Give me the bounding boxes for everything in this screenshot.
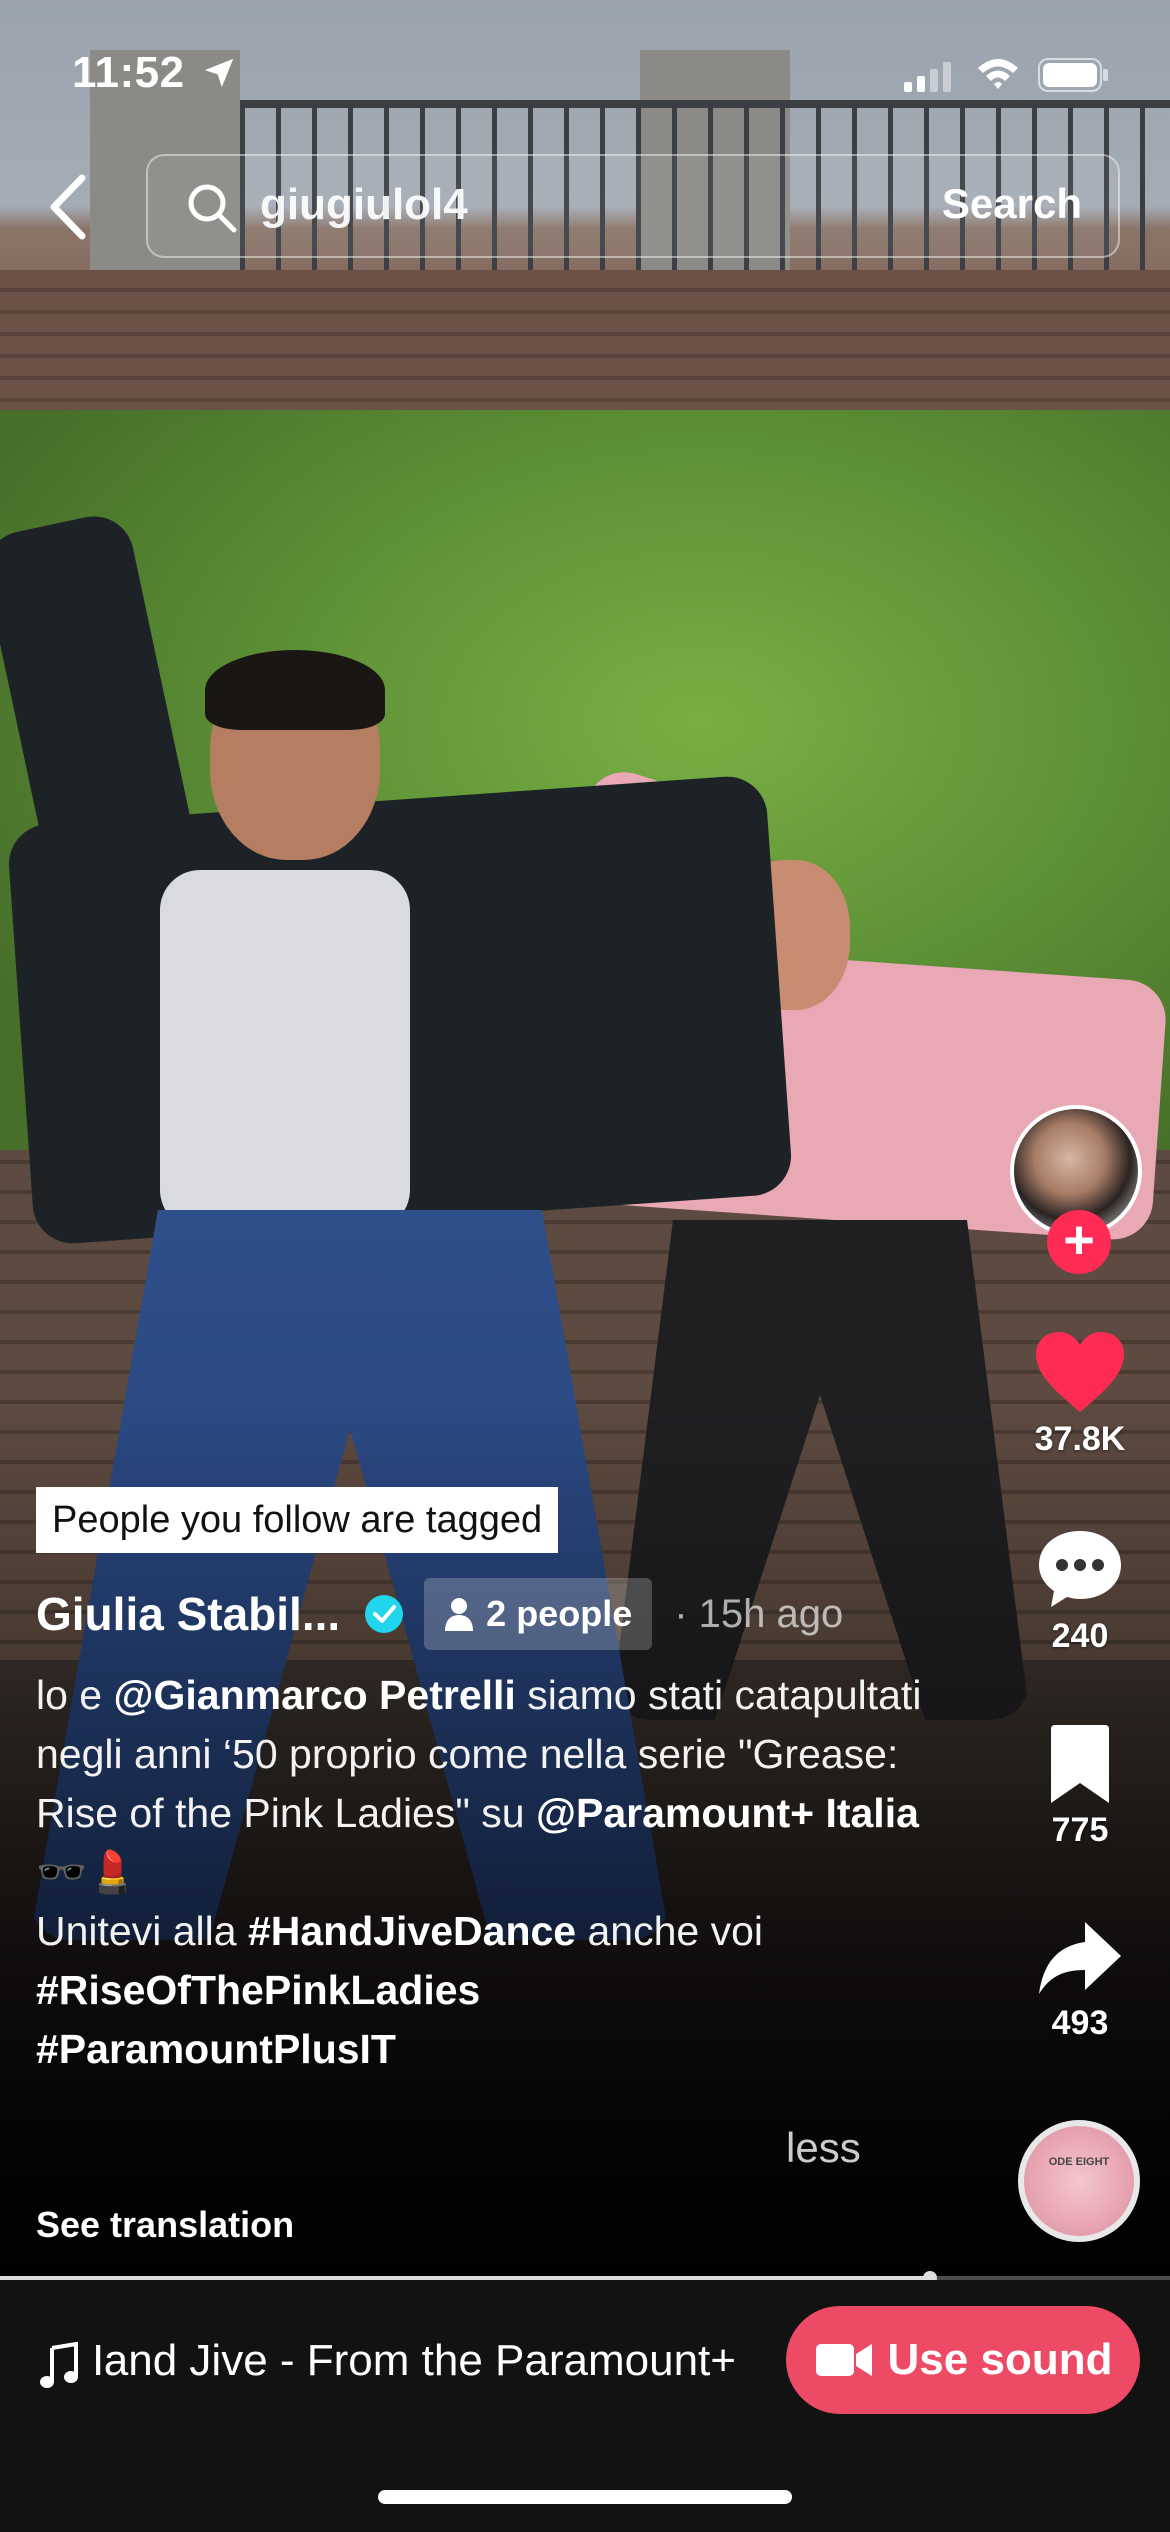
like-button[interactable]: 37.8K xyxy=(1010,1330,1150,1459)
follow-plus-button[interactable]: + xyxy=(1047,1210,1111,1274)
verified-badge-icon xyxy=(365,1595,404,1633)
dancer-1-hair xyxy=(205,650,385,730)
use-sound-label: Use sound xyxy=(887,2335,1113,2384)
disc-label: ODE EIGHT xyxy=(1048,2156,1110,2168)
tagged-people-count: 2 people xyxy=(486,1593,633,1634)
post-time: · 15h ago xyxy=(674,1591,844,1636)
cellular-signal-icon xyxy=(904,62,951,92)
caption-text: anche voi xyxy=(576,1908,764,1954)
video-caption: lo e @Gianmarco Petrelli siamo stati cat… xyxy=(36,1666,926,2079)
caption-text: Unitevi alla xyxy=(36,1908,248,1954)
tagged-people-chip[interactable]: 2 people xyxy=(424,1578,653,1650)
search-bar[interactable]: giugiulol4 Search xyxy=(146,154,1120,258)
location-arrow-icon xyxy=(204,58,234,88)
sound-bar: Hand Jive - From the Paramount+ Series U… xyxy=(0,2280,1170,2532)
share-button[interactable]: 493 xyxy=(1010,1918,1150,2043)
battery-icon xyxy=(1038,58,1108,92)
mention-link[interactable]: @Gianmarco Petrelli xyxy=(114,1672,516,1718)
bookmark-button[interactable]: 775 xyxy=(1010,1725,1150,1850)
wifi-icon xyxy=(978,59,1018,89)
status-time: 11:52 xyxy=(72,48,185,97)
bookmark-count: 775 xyxy=(1051,1811,1109,1849)
comment-bubble-icon xyxy=(1039,1531,1121,1607)
sound-title-text: Hand Jive - From the Paramount+ Series xyxy=(96,2336,736,2385)
share-count: 493 xyxy=(1051,2004,1109,2042)
video-screen[interactable]: 11:52 giugiulol4 Search + 37.8K 240 775 … xyxy=(0,0,1170,2532)
heart-icon xyxy=(1036,1332,1124,1412)
comment-button[interactable]: 240 xyxy=(1010,1527,1150,1656)
status-bar: 11:52 xyxy=(0,0,1170,140)
music-note-icon xyxy=(40,2342,78,2388)
hashtag-link[interactable]: #ParamountPlusIT xyxy=(36,2026,396,2072)
mention-link[interactable]: @Paramount+ Italia xyxy=(536,1790,919,1836)
dancer-1-shirt xyxy=(160,870,410,1230)
caption-text: lo e xyxy=(36,1672,114,1718)
search-query[interactable]: giugiulol4 xyxy=(260,180,468,230)
caption-less-button[interactable]: less xyxy=(786,2124,861,2172)
scene-wall xyxy=(0,270,1170,420)
music-disc[interactable]: ODE EIGHT xyxy=(1018,2120,1140,2242)
author-name[interactable]: Giulia Stabil... xyxy=(36,1587,340,1641)
use-sound-button[interactable]: Use sound xyxy=(786,2306,1140,2414)
sound-title[interactable]: Hand Jive - From the Paramount+ Series xyxy=(96,2336,736,2386)
video-camera-icon xyxy=(815,2344,872,2376)
search-button[interactable]: Search xyxy=(942,180,1082,228)
bookmark-icon xyxy=(1051,1725,1109,1803)
caption-emoji: 🕶️💄 xyxy=(36,1849,139,1895)
person-icon xyxy=(445,1598,474,1631)
comment-count: 240 xyxy=(1051,1617,1109,1655)
like-count: 37.8K xyxy=(1034,1420,1126,1458)
search-icon xyxy=(188,184,237,233)
back-chevron-icon[interactable] xyxy=(40,170,100,244)
see-translation-link[interactable]: See translation xyxy=(36,2204,294,2246)
hashtag-link[interactable]: #RiseOfThePinkLadies xyxy=(36,1967,480,2013)
tagged-banner: People you follow are tagged xyxy=(36,1487,559,1553)
hashtag-link[interactable]: #HandJiveDance xyxy=(248,1908,576,1954)
author-row: Giulia Stabil... 2 people · 15h ago xyxy=(36,1578,843,1650)
share-arrow-icon xyxy=(1039,1922,1121,1994)
home-indicator[interactable] xyxy=(378,2490,792,2504)
